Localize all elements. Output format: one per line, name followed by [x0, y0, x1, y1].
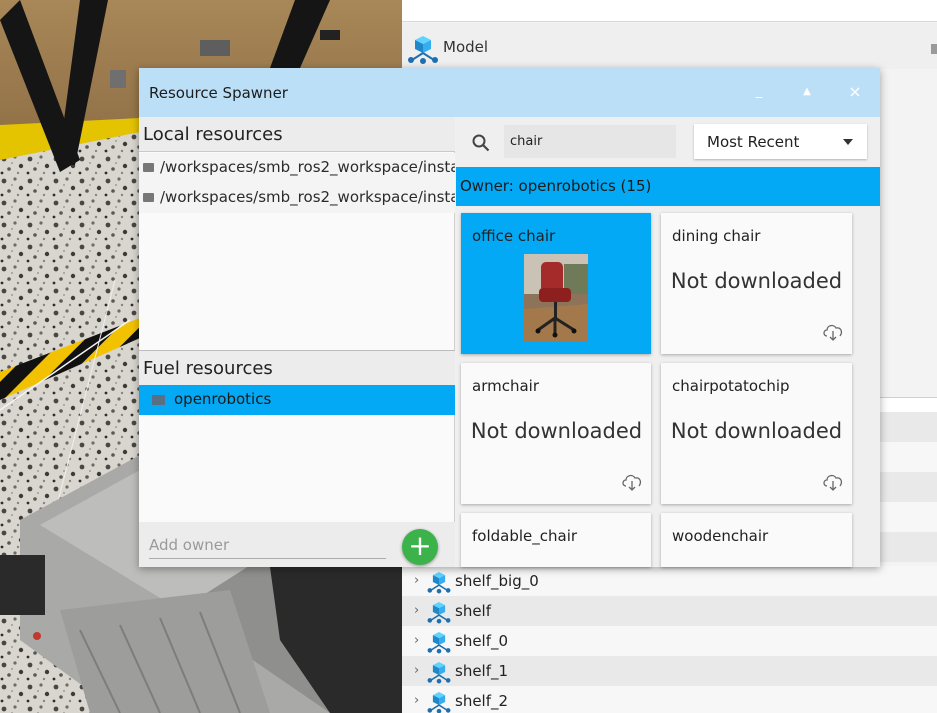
model-cube-icon [426, 690, 452, 713]
cloud-download-icon[interactable] [822, 323, 844, 345]
resource-sources-pane: Local resources /workspaces/smb_ros2_wor… [139, 117, 455, 567]
dialog-titlebar[interactable]: Resource Spawner _ ▲ × [139, 68, 880, 117]
fuel-owner-item-openrobotics[interactable]: openrobotics [139, 385, 455, 415]
caret-down-icon [843, 139, 853, 145]
resource-spawner-dialog: Resource Spawner _ ▲ × Local resources /… [139, 68, 880, 567]
fuel-owner-label: openrobotics [174, 390, 272, 408]
maximize-button[interactable]: ▲ [797, 82, 817, 102]
tree-item-shelf-big-0[interactable]: › shelf_big_0 [402, 566, 937, 596]
add-owner-input[interactable] [149, 531, 386, 559]
model-cube-icon [426, 570, 452, 598]
resource-card-name: foldable_chair [472, 527, 578, 545]
resource-card-name: armchair [472, 377, 539, 395]
tree-item-shelf[interactable]: › shelf [402, 596, 937, 626]
tree-item-shelf-1[interactable]: › shelf_1 [402, 656, 937, 686]
resource-card-armchair[interactable]: armchair Not downloaded [461, 363, 651, 504]
local-resources-label: Local resources [143, 124, 283, 145]
model-cube-icon [426, 630, 452, 658]
fuel-resources-label: Fuel resources [143, 358, 273, 379]
chevron-right-icon[interactable]: › [414, 573, 419, 588]
resource-card-woodenchair[interactable]: woodenchair [661, 513, 852, 567]
resource-card-dining-chair[interactable]: dining chair Not downloaded [661, 213, 852, 354]
model-header[interactable]: Model [402, 23, 937, 69]
chevron-right-icon[interactable]: › [414, 633, 419, 648]
panel-top-bar [402, 0, 937, 22]
list-row-stripe [879, 412, 937, 442]
resource-card-name: chairpotatochip [672, 377, 790, 395]
local-resources-header: Local resources [139, 117, 455, 152]
tree-item-shelf-2[interactable]: › shelf_2 [402, 686, 937, 713]
list-row-stripe [879, 502, 937, 532]
folder-icon [143, 163, 154, 172]
tree-item-shelf-0[interactable]: › shelf_0 [402, 626, 937, 656]
search-icon [472, 134, 490, 156]
scrollbar-nub[interactable] [931, 44, 937, 54]
owner-group-header: Owner: openrobotics (15) [456, 167, 880, 206]
download-status: Not downloaded [670, 419, 843, 443]
cloud-download-icon[interactable] [822, 473, 844, 495]
local-path-item[interactable]: /workspaces/smb_ros2_workspace/install/s… [139, 153, 455, 183]
dialog-title: Resource Spawner [149, 84, 288, 102]
resource-card-name: dining chair [672, 227, 761, 245]
list-row-stripe [879, 532, 937, 562]
chevron-right-icon[interactable]: › [414, 693, 419, 708]
owner-group-label: Owner: openrobotics (15) [460, 177, 652, 195]
resource-card-name: woodenchair [672, 527, 769, 545]
sort-selected-label: Most Recent [707, 133, 800, 151]
tree-item-label: shelf_big_0 [455, 572, 539, 590]
download-status: Not downloaded [470, 419, 643, 443]
tree-item-label: shelf_1 [455, 662, 509, 680]
entity-tree: › shelf_big_0 › shelf › shelf_0 › shelf_… [402, 566, 937, 713]
download-status: Not downloaded [670, 269, 843, 293]
sort-select[interactable]: Most Recent [694, 124, 867, 159]
resource-thumbnail [524, 254, 588, 341]
list-row-stripe [879, 472, 937, 502]
model-cube-icon [426, 660, 452, 688]
close-button[interactable]: × [845, 82, 865, 102]
model-cube-icon [406, 34, 440, 68]
resource-card-foldable-chair[interactable]: foldable_chair [461, 513, 651, 567]
cloud-download-icon[interactable] [621, 473, 643, 495]
folder-icon [143, 193, 154, 202]
fuel-resources-header: Fuel resources [139, 351, 455, 386]
resource-card-name: office chair [472, 227, 556, 245]
resource-browser-pane: Most Recent Owner: openrobotics (15) off… [456, 117, 880, 567]
add-owner-button[interactable]: + [402, 529, 438, 565]
search-input[interactable] [504, 125, 676, 158]
minimize-button[interactable]: _ [749, 82, 769, 102]
tree-item-label: shelf [455, 602, 491, 620]
local-path-label: /workspaces/smb_ros2_workspace/install/s… [160, 158, 455, 176]
model-title: Model [443, 38, 489, 56]
add-owner-bar: + [139, 522, 455, 567]
tree-item-label: shelf_2 [455, 692, 509, 710]
model-cube-icon [426, 600, 452, 628]
folder-icon [152, 395, 165, 405]
tree-item-label: shelf_0 [455, 632, 509, 650]
chevron-right-icon[interactable]: › [414, 603, 419, 618]
chevron-right-icon[interactable]: › [414, 663, 419, 678]
local-path-item[interactable]: /workspaces/smb_ros2_workspace/install/s… [139, 183, 455, 213]
resource-card-chairpotatochip[interactable]: chairpotatochip Not downloaded [661, 363, 852, 504]
resource-card-office-chair[interactable]: office chair [461, 213, 651, 354]
list-row-stripe [879, 442, 937, 472]
local-path-label: /workspaces/smb_ros2_workspace/install/s… [160, 188, 455, 206]
